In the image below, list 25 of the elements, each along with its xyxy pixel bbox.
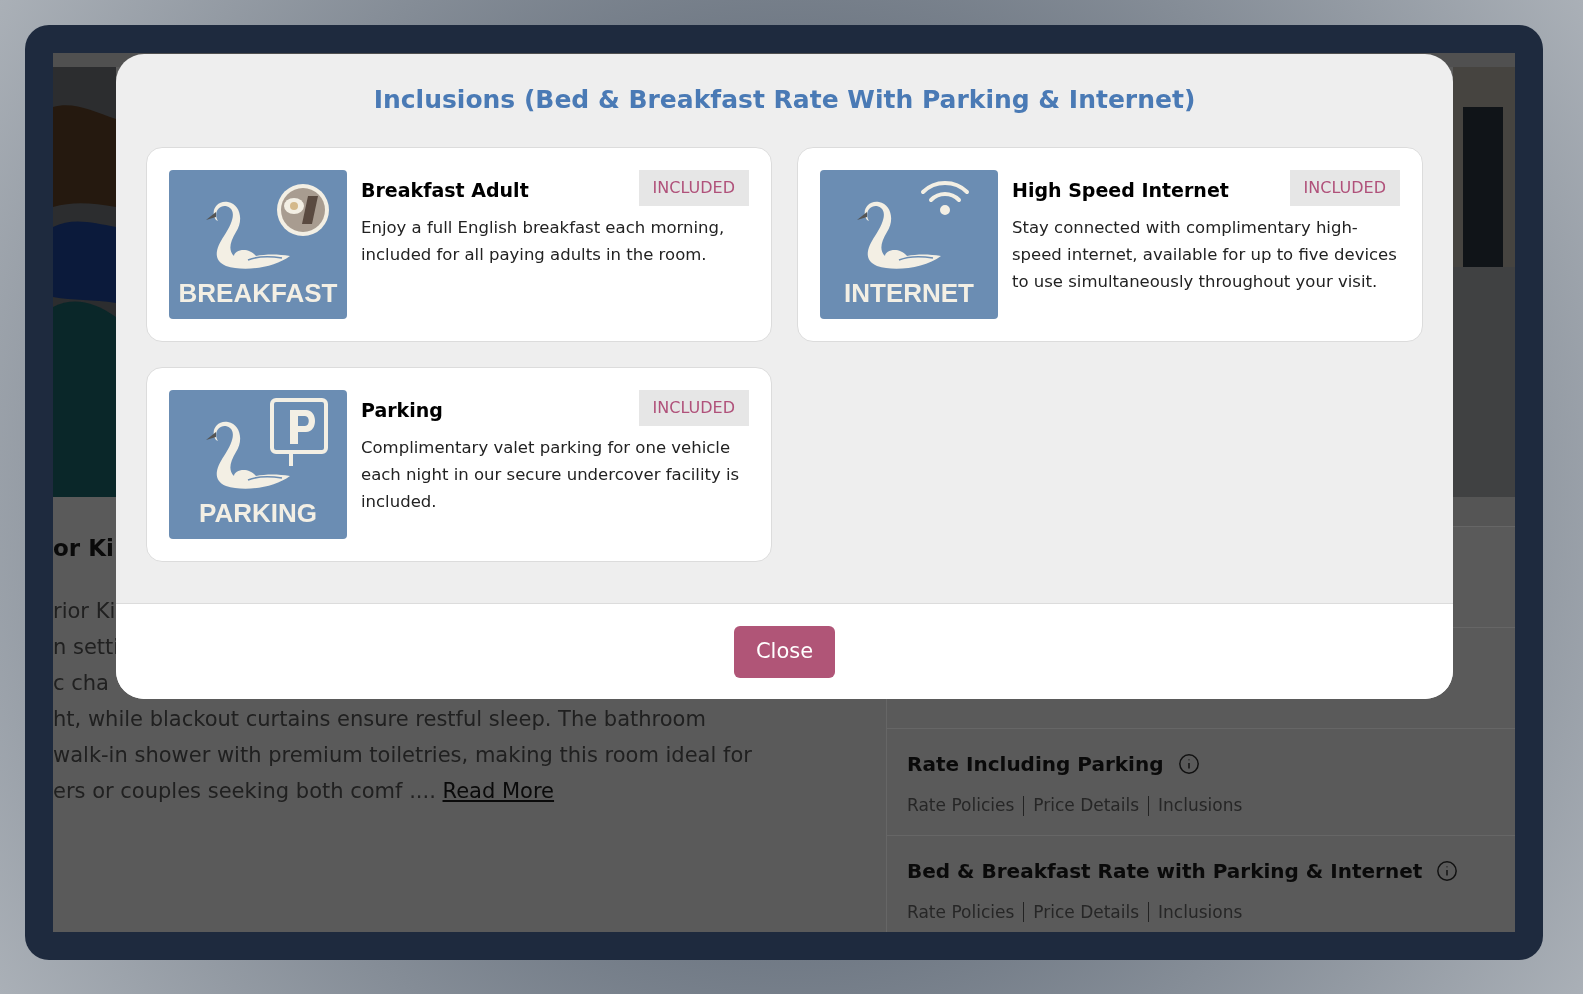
inclusion-title: Breakfast Adult <box>361 177 529 203</box>
read-more-link[interactable]: Read More <box>442 779 555 803</box>
image-label: BREAKFAST <box>178 276 338 310</box>
inclusion-title: Parking <box>361 397 443 423</box>
modal-title: Inclusions (Bed & Breakfast Rate With Parking & Internet) <box>372 84 1197 116</box>
included-badge: INCLUDED <box>1289 169 1400 206</box>
inclusion-description: Stay connected with complimentary high-speed internet, available for up to five devices to use simultaneously throughout your visit. <box>1012 216 1398 293</box>
inclusion-description: Enjoy a full English breakfast each morning, included for all paying adults in the room. <box>361 216 726 266</box>
image-label: PARKING <box>199 496 317 530</box>
info-icon[interactable] <box>1436 859 1459 882</box>
image-label: INTERNET <box>844 276 974 310</box>
included-badge: INCLUDED <box>638 169 749 206</box>
inclusion-description: Complimentary valet parking for one vehicle each night in our secure undercover facility is included. <box>361 436 741 513</box>
inclusion-title: High Speed Internet <box>1012 177 1229 203</box>
room-description-line: c cha <box>53 670 109 697</box>
included-badge: INCLUDED <box>638 389 749 426</box>
rate-name: Rate Including Parking <box>907 751 1164 778</box>
close-button[interactable]: Close <box>733 625 836 678</box>
room-heading: or Ki <box>53 534 114 563</box>
rate-name: Bed & Breakfast Rate with Parking & Internet <box>907 857 1423 885</box>
room-description-line: rior Ki <box>53 598 116 625</box>
room-description-line: ht, while blackout curtains ensure restful sleep. The bathroom <box>53 706 706 733</box>
info-icon[interactable] <box>1177 753 1200 775</box>
room-description-line: ers or couples seeking both comf .... Read More <box>53 778 555 805</box>
room-description-line: walk-in shower with premium toiletries, making this room ideal for <box>53 742 752 769</box>
